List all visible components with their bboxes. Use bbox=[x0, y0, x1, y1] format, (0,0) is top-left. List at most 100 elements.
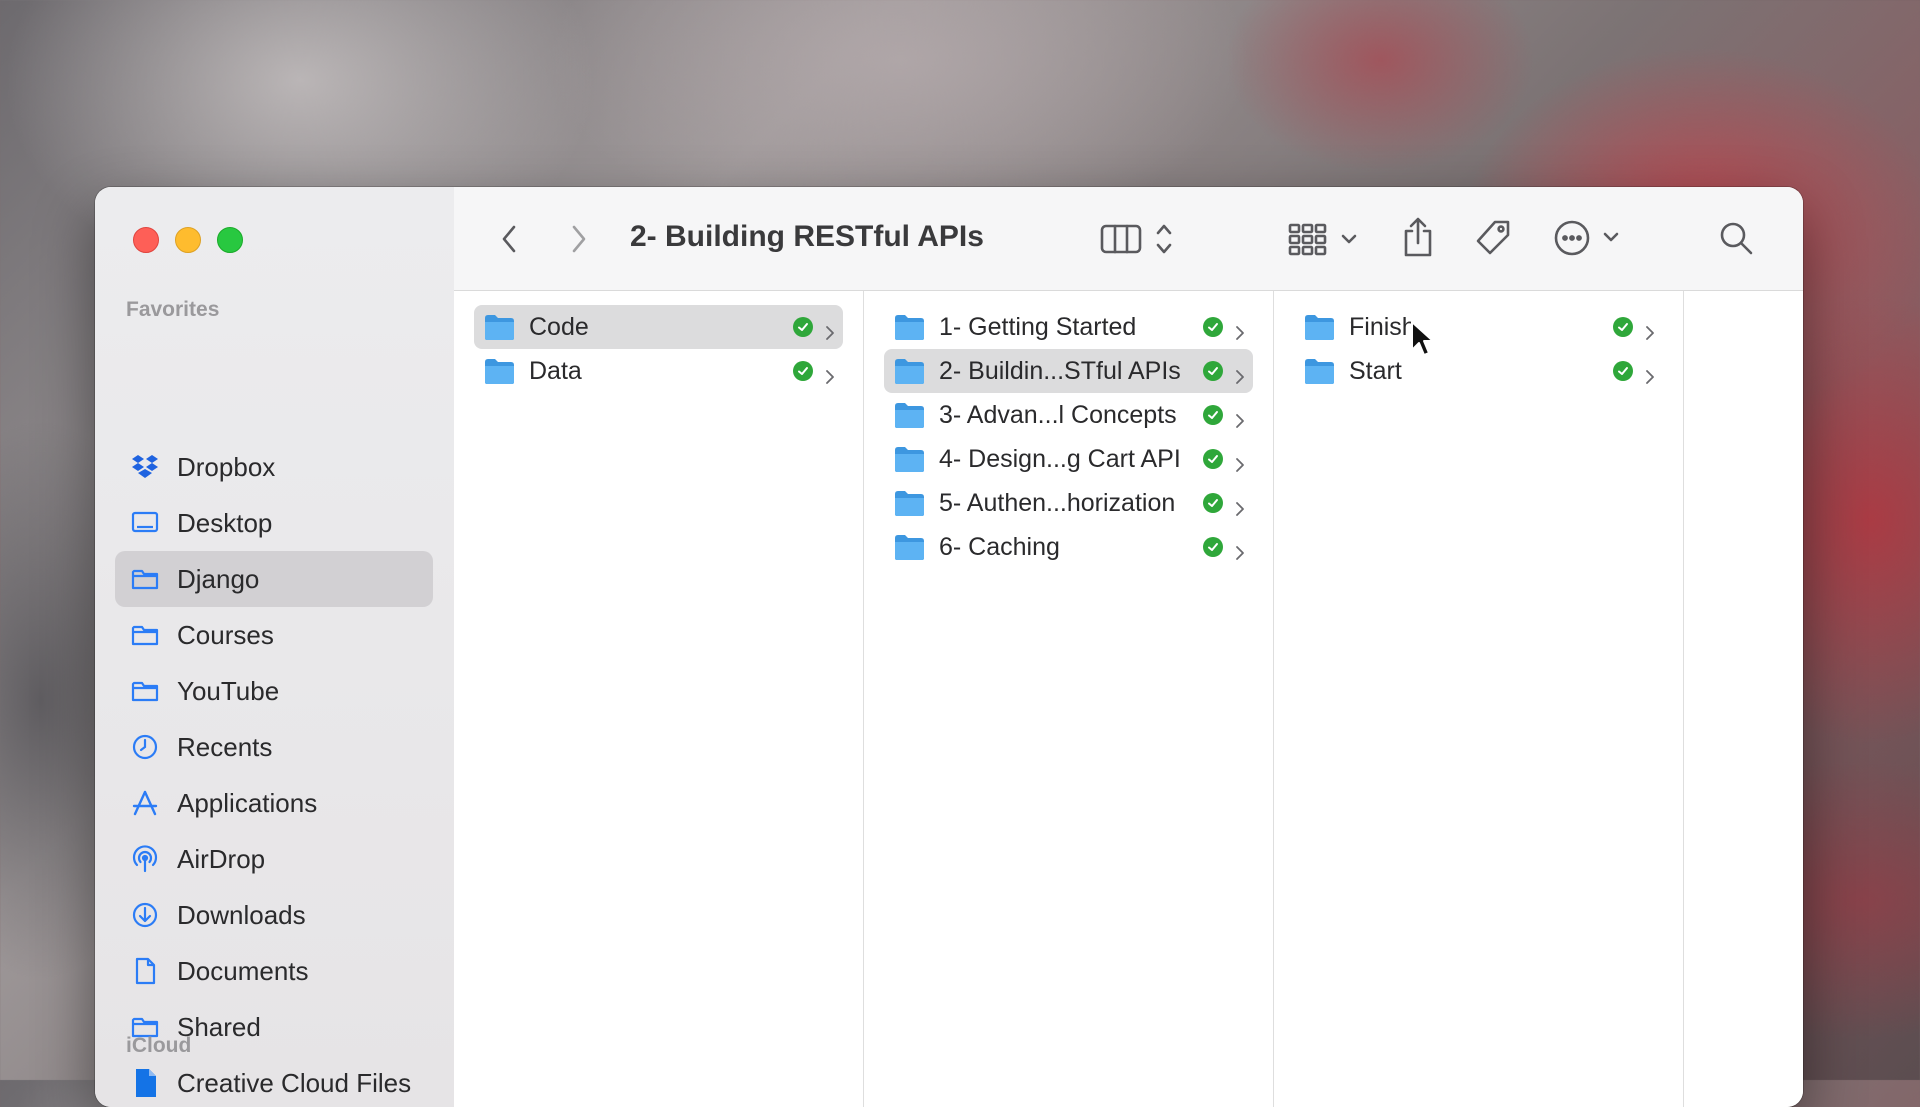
clock-icon bbox=[129, 731, 161, 763]
forward-button[interactable] bbox=[564, 221, 594, 257]
folder-name: Data bbox=[529, 356, 582, 385]
sidebar-item-creative-cloud-files[interactable]: Creative Cloud Files bbox=[115, 1055, 433, 1107]
folder-name: 2- Buildin...STful APIs bbox=[939, 356, 1181, 385]
folder-icon bbox=[1304, 314, 1335, 341]
sync-status-check-icon bbox=[1203, 317, 1223, 337]
sidebar-item-airdrop[interactable]: AirDrop bbox=[115, 831, 433, 887]
sync-status-check-icon bbox=[1613, 317, 1633, 337]
sidebar-item-applications[interactable]: Applications bbox=[115, 775, 433, 831]
group-button[interactable] bbox=[1287, 221, 1361, 259]
folder-row[interactable]: 1- Getting Started bbox=[884, 305, 1253, 349]
folder-row[interactable]: 5- Authen...horization bbox=[884, 481, 1253, 525]
chevron-right-icon bbox=[1233, 539, 1247, 560]
chevron-right-icon bbox=[572, 225, 586, 253]
folder-icon bbox=[894, 314, 925, 341]
sidebar-item-courses[interactable]: Courses bbox=[115, 607, 433, 663]
sync-status-check-icon bbox=[1203, 449, 1223, 469]
search-button[interactable] bbox=[1716, 218, 1756, 258]
column-2[interactable]: 1- Getting Started 2- Buildin...STful API… bbox=[864, 291, 1274, 1107]
folder-icon bbox=[484, 358, 515, 385]
folder-row[interactable]: Start bbox=[1294, 349, 1663, 393]
sync-status-check-icon bbox=[1203, 361, 1223, 381]
tag-icon bbox=[1476, 220, 1510, 255]
minimize-button[interactable] bbox=[175, 227, 201, 253]
folder-row[interactable]: Code bbox=[474, 305, 843, 349]
downloads-icon bbox=[129, 899, 161, 931]
sidebar-item-django[interactable]: Django bbox=[115, 551, 433, 607]
columns-view-icon bbox=[1100, 224, 1172, 254]
chevron-right-icon bbox=[1233, 495, 1247, 516]
sidebar-item-label: Django bbox=[177, 563, 260, 594]
folder-row[interactable]: Finish bbox=[1294, 305, 1663, 349]
sidebar-item-documents[interactable]: Documents bbox=[115, 943, 433, 999]
ellipsis-icon bbox=[1554, 220, 1619, 256]
chevron-right-icon bbox=[1233, 407, 1247, 428]
view-mode-button[interactable] bbox=[1100, 221, 1180, 257]
folder-row[interactable]: 6- Caching bbox=[884, 525, 1253, 569]
sidebar-item-label: Recents bbox=[177, 731, 273, 762]
sidebar-item-downloads[interactable]: Downloads bbox=[115, 887, 433, 943]
sidebar-item-label: AirDrop bbox=[177, 843, 266, 874]
sidebar-item-dropbox[interactable]: Dropbox bbox=[115, 439, 433, 495]
folder-icon bbox=[894, 358, 925, 385]
column-1[interactable]: Code Data bbox=[454, 291, 864, 1107]
folder-name: Code bbox=[529, 312, 589, 341]
folder-icon bbox=[129, 563, 161, 595]
folder-icon bbox=[129, 675, 161, 707]
chevron-left-icon bbox=[502, 225, 516, 253]
chevron-right-icon bbox=[823, 319, 837, 340]
folder-row[interactable]: 3- Advan...l Concepts bbox=[884, 393, 1253, 437]
sidebar-item-label: Desktop bbox=[177, 507, 273, 538]
sidebar-item-label: Courses bbox=[177, 619, 274, 650]
chevron-right-icon bbox=[1233, 319, 1247, 340]
grid-group-icon bbox=[1288, 223, 1357, 256]
sidebar-list: Dropbox Desktop Django Courses YouTube Recent… bbox=[115, 439, 433, 1107]
folder-name: Start bbox=[1349, 356, 1402, 385]
chevron-right-icon bbox=[1643, 363, 1657, 384]
applications-icon bbox=[129, 787, 161, 819]
folder-icon bbox=[1304, 358, 1335, 385]
window-title: 2- Building RESTful APIs bbox=[630, 220, 984, 253]
favorites-heading: Favorites bbox=[126, 298, 220, 321]
sidebar-item-label: Downloads bbox=[177, 899, 306, 930]
folder-icon bbox=[894, 490, 925, 517]
more-actions-button[interactable] bbox=[1553, 217, 1625, 259]
search-icon bbox=[1720, 222, 1753, 255]
close-button[interactable] bbox=[133, 227, 159, 253]
folder-icon bbox=[894, 534, 925, 561]
sidebar: Favorites Dropbox Desktop Django Courses You… bbox=[95, 187, 455, 1107]
sync-status-check-icon bbox=[1203, 493, 1223, 513]
folder-icon bbox=[894, 446, 925, 473]
window-controls bbox=[133, 227, 243, 253]
folder-row[interactable]: 2- Buildin...STful APIs bbox=[884, 349, 1253, 393]
sidebar-item-desktop[interactable]: Desktop bbox=[115, 495, 433, 551]
sidebar-item-label: YouTube bbox=[177, 675, 280, 706]
chevron-right-icon bbox=[1233, 451, 1247, 472]
folder-name: Finish bbox=[1349, 312, 1416, 341]
chevron-right-icon bbox=[823, 363, 837, 384]
folder-row[interactable]: Data bbox=[474, 349, 843, 393]
sync-status-check-icon bbox=[1203, 405, 1223, 425]
desktop-icon bbox=[129, 507, 161, 539]
sidebar-item-label: Documents bbox=[177, 955, 309, 986]
column-3[interactable]: Finish Start bbox=[1274, 291, 1684, 1107]
folder-icon bbox=[894, 402, 925, 429]
folder-icon bbox=[484, 314, 515, 341]
sidebar-item-label: Dropbox bbox=[177, 451, 276, 482]
sidebar-item-label: Applications bbox=[177, 787, 318, 818]
folder-name: 6- Caching bbox=[939, 532, 1060, 561]
share-icon bbox=[1404, 217, 1432, 257]
sidebar-item-recents[interactable]: Recents bbox=[115, 719, 433, 775]
tags-button[interactable] bbox=[1472, 217, 1514, 259]
sidebar-item-youtube[interactable]: YouTube bbox=[115, 663, 433, 719]
folder-name: 5- Authen...horization bbox=[939, 488, 1176, 517]
sidebar-item-label: Creative Cloud Files bbox=[177, 1067, 412, 1098]
back-button[interactable] bbox=[494, 221, 524, 257]
creative-cloud-file-icon bbox=[129, 1067, 161, 1099]
airdrop-icon bbox=[129, 843, 161, 875]
folder-row[interactable]: 4- Design...g Cart API bbox=[884, 437, 1253, 481]
dropbox-icon bbox=[129, 451, 161, 483]
zoom-button[interactable] bbox=[217, 227, 243, 253]
share-button[interactable] bbox=[1398, 213, 1438, 261]
toolbar: 2- Building RESTful APIs bbox=[454, 187, 1803, 291]
